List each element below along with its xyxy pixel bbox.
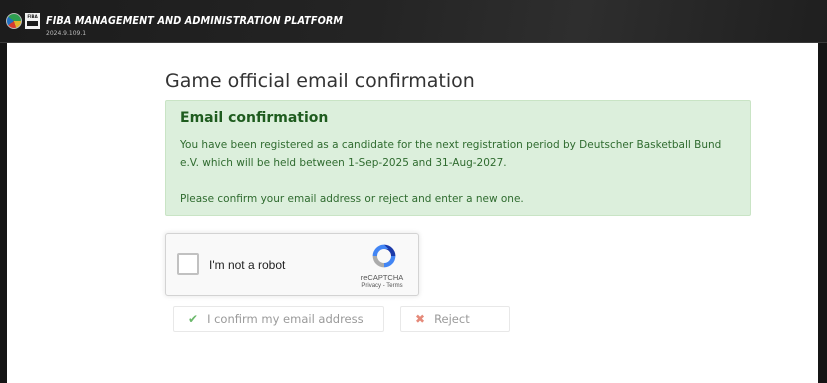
recaptcha-label: I'm not a robot bbox=[209, 258, 286, 272]
reject-button[interactable]: ✖ Reject bbox=[400, 306, 510, 332]
main-content: Game official email confirmation Email c… bbox=[7, 43, 818, 383]
recaptcha-terms-link[interactable]: Terms bbox=[386, 283, 402, 289]
alert-instruction: Please confirm your email address or rej… bbox=[180, 193, 524, 205]
reject-label: Reject bbox=[434, 312, 470, 326]
x-icon: ✖ bbox=[415, 312, 426, 326]
app-version: 2024.9.109.1 bbox=[46, 30, 87, 37]
recaptcha-widget: I'm not a robot reCAPTCHA Privacy - Term… bbox=[165, 233, 419, 296]
recaptcha-links: Privacy - Terms bbox=[342, 283, 422, 289]
globe-logo-icon[interactable] bbox=[6, 13, 22, 29]
page-title: Game official email confirmation bbox=[165, 70, 475, 92]
top-bar: FIBA FIBA MANAGEMENT AND ADMINISTRATION … bbox=[0, 0, 827, 43]
left-margin bbox=[0, 43, 7, 383]
recaptcha-logo-icon bbox=[372, 244, 396, 268]
check-icon: ✔ bbox=[188, 312, 199, 326]
alert-message: You have been registered as a candidate … bbox=[180, 139, 722, 169]
recaptcha-checkbox[interactable] bbox=[177, 253, 199, 275]
confirm-email-button[interactable]: ✔ I confirm my email address bbox=[173, 306, 384, 332]
alert-heading: Email confirmation bbox=[180, 110, 329, 126]
fiba-logo-icon[interactable]: FIBA bbox=[25, 13, 40, 29]
app-title[interactable]: FIBA MANAGEMENT AND ADMINISTRATION PLATF… bbox=[46, 14, 343, 27]
right-margin bbox=[818, 43, 827, 383]
confirm-email-label: I confirm my email address bbox=[207, 312, 364, 326]
recaptcha-brand: reCAPTCHA bbox=[360, 273, 404, 282]
recaptcha-privacy-link[interactable]: Privacy bbox=[361, 283, 381, 289]
email-confirmation-alert: Email confirmation You have been registe… bbox=[165, 100, 751, 216]
